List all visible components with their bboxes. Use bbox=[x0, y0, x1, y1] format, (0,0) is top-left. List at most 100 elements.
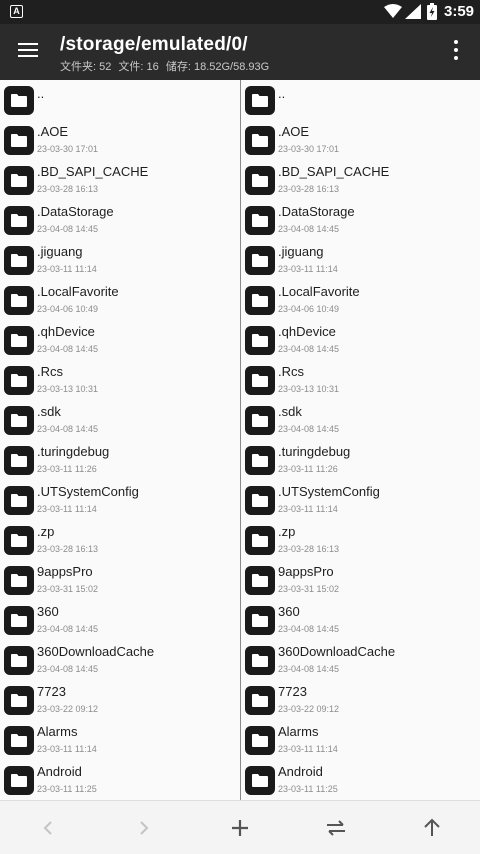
folder-icon bbox=[4, 486, 34, 515]
folder-row[interactable]: Alarms 23-03-11 11:14 bbox=[0, 720, 240, 760]
folder-count: 文件夹: 52 bbox=[60, 61, 112, 73]
folder-name: .BD_SAPI_CACHE bbox=[278, 164, 390, 179]
folder-name: 7723 bbox=[278, 684, 307, 699]
folder-name: .Rcs bbox=[278, 364, 304, 379]
folder-name: .turingdebug bbox=[37, 444, 110, 459]
folder-row[interactable]: .AOE 23-03-30 17:01 bbox=[241, 120, 480, 160]
folder-icon bbox=[245, 606, 275, 635]
folder-name: .qhDevice bbox=[278, 324, 336, 339]
folder-icon bbox=[245, 166, 275, 195]
folder-row[interactable]: .turingdebug 23-03-11 11:26 bbox=[0, 440, 240, 480]
folder-modified-date: 23-03-31 15:02 bbox=[37, 584, 99, 594]
folder-row[interactable]: 9appsPro 23-03-31 15:02 bbox=[0, 560, 240, 600]
folder-row[interactable]: Android 23-03-11 11:25 bbox=[0, 760, 240, 800]
file-count: 文件: 16 bbox=[118, 61, 159, 73]
plus-icon bbox=[232, 820, 248, 836]
folder-row[interactable]: .DataStorage 23-04-08 14:45 bbox=[0, 200, 240, 240]
folder-row[interactable]: 9appsPro 23-03-31 15:02 bbox=[241, 560, 480, 600]
folder-icon bbox=[245, 646, 275, 675]
folder-row[interactable]: 7723 23-03-22 09:12 bbox=[0, 680, 240, 720]
folder-modified-date: 23-03-11 11:26 bbox=[278, 464, 338, 474]
folder-modified-date: 23-03-11 11:14 bbox=[278, 744, 338, 754]
folder-row[interactable]: .qhDevice 23-04-08 14:45 bbox=[241, 320, 480, 360]
parent-directory-row[interactable]: .. bbox=[0, 80, 240, 120]
folder-row[interactable]: Android 23-03-11 11:25 bbox=[241, 760, 480, 800]
folder-icon bbox=[245, 566, 275, 595]
folder-row[interactable]: .sdk 23-04-08 14:45 bbox=[241, 400, 480, 440]
folder-icon bbox=[4, 526, 34, 555]
folder-row[interactable]: .LocalFavorite 23-04-06 10:49 bbox=[241, 280, 480, 320]
folder-name: Android bbox=[37, 764, 82, 779]
folder-icon bbox=[4, 286, 34, 315]
folder-row[interactable]: .AOE 23-03-30 17:01 bbox=[0, 120, 240, 160]
more-options-button[interactable] bbox=[446, 36, 466, 64]
parent-directory-label: .. bbox=[278, 86, 286, 101]
back-button[interactable] bbox=[34, 814, 62, 842]
folder-row[interactable]: .sdk 23-04-08 14:45 bbox=[0, 400, 240, 440]
folder-modified-date: 23-04-08 14:45 bbox=[37, 624, 99, 634]
folder-modified-date: 23-04-08 14:45 bbox=[37, 424, 99, 434]
folder-row[interactable]: 360 23-04-08 14:45 bbox=[241, 600, 480, 640]
folder-icon bbox=[4, 166, 34, 195]
folder-row[interactable]: .LocalFavorite 23-04-06 10:49 bbox=[0, 280, 240, 320]
folder-icon bbox=[4, 126, 34, 155]
folder-row[interactable]: .zp 23-03-28 16:13 bbox=[241, 520, 480, 560]
folder-modified-date: 23-03-31 15:02 bbox=[278, 584, 340, 594]
folder-modified-date: 23-03-28 16:13 bbox=[278, 544, 340, 554]
folder-name: 7723 bbox=[37, 684, 66, 699]
folder-row[interactable]: .qhDevice 23-04-08 14:45 bbox=[0, 320, 240, 360]
menu-button[interactable] bbox=[12, 34, 44, 66]
folder-row[interactable]: .zp 23-03-28 16:13 bbox=[0, 520, 240, 560]
navigate-up-button[interactable] bbox=[418, 814, 446, 842]
folder-modified-date: 23-03-11 11:25 bbox=[37, 784, 97, 794]
folder-icon bbox=[245, 126, 275, 155]
folder-row[interactable]: 360DownloadCache 23-04-08 14:45 bbox=[0, 640, 240, 680]
folder-modified-date: 23-03-13 10:31 bbox=[37, 384, 99, 394]
current-path: /storage/emulated/0/ bbox=[60, 34, 248, 55]
folder-row[interactable]: .DataStorage 23-04-08 14:45 bbox=[241, 200, 480, 240]
folder-modified-date: 23-03-11 11:25 bbox=[278, 784, 338, 794]
parent-directory-row[interactable]: .. bbox=[241, 80, 480, 120]
folder-icon bbox=[4, 686, 34, 715]
folder-row[interactable]: .jiguang 23-03-11 11:14 bbox=[241, 240, 480, 280]
folder-row[interactable]: .UTSystemConfig 23-03-11 11:14 bbox=[241, 480, 480, 520]
folder-row[interactable]: .Rcs 23-03-13 10:31 bbox=[0, 360, 240, 400]
folder-row[interactable]: .jiguang 23-03-11 11:14 bbox=[0, 240, 240, 280]
left-file-pane[interactable]: .. .AOE 23-03-30 17:01 .BD_SAPI_CACHE 23-03… bbox=[0, 80, 240, 800]
add-button[interactable] bbox=[226, 814, 254, 842]
right-file-pane[interactable]: .. .AOE 23-03-30 17:01 .BD_SAPI_CACHE 23-03… bbox=[241, 80, 480, 800]
folder-row[interactable]: .UTSystemConfig 23-03-11 11:14 bbox=[0, 480, 240, 520]
folder-row[interactable]: Alarms 23-03-11 11:14 bbox=[241, 720, 480, 760]
folder-name: .qhDevice bbox=[37, 324, 95, 339]
folder-name: .LocalFavorite bbox=[37, 284, 119, 299]
folder-icon bbox=[4, 406, 34, 435]
folder-row[interactable]: 360DownloadCache 23-04-08 14:45 bbox=[241, 640, 480, 680]
folder-row[interactable]: 7723 23-03-22 09:12 bbox=[241, 680, 480, 720]
folder-modified-date: 23-03-11 11:14 bbox=[278, 264, 338, 274]
folder-icon bbox=[4, 446, 34, 475]
folder-icon bbox=[4, 726, 34, 755]
swap-panes-button[interactable] bbox=[322, 814, 350, 842]
more-vert-icon-dot bbox=[454, 56, 458, 60]
folder-name: .LocalFavorite bbox=[278, 284, 360, 299]
folder-modified-date: 23-03-11 11:14 bbox=[278, 504, 338, 514]
folder-icon bbox=[4, 566, 34, 595]
folder-name: Android bbox=[278, 764, 323, 779]
folder-icon bbox=[245, 246, 275, 275]
folder-name: 360 bbox=[278, 604, 300, 619]
folder-row[interactable]: 360 23-04-08 14:45 bbox=[0, 600, 240, 640]
folder-modified-date: 23-04-08 14:45 bbox=[37, 224, 99, 234]
folder-row[interactable]: .BD_SAPI_CACHE 23-03-28 16:13 bbox=[0, 160, 240, 200]
folder-icon bbox=[245, 286, 275, 315]
folder-row[interactable]: .Rcs 23-03-13 10:31 bbox=[241, 360, 480, 400]
folder-row[interactable]: .turingdebug 23-03-11 11:26 bbox=[241, 440, 480, 480]
folder-icon bbox=[4, 766, 34, 795]
folder-icon bbox=[245, 686, 275, 715]
bottom-toolbar bbox=[0, 800, 480, 854]
battery-charging-icon bbox=[427, 3, 437, 20]
folder-row[interactable]: .BD_SAPI_CACHE 23-03-28 16:13 bbox=[241, 160, 480, 200]
folder-modified-date: 23-03-22 09:12 bbox=[37, 704, 99, 714]
forward-button[interactable] bbox=[130, 814, 158, 842]
parent-directory-label: .. bbox=[37, 86, 45, 101]
folder-icon bbox=[245, 366, 275, 395]
